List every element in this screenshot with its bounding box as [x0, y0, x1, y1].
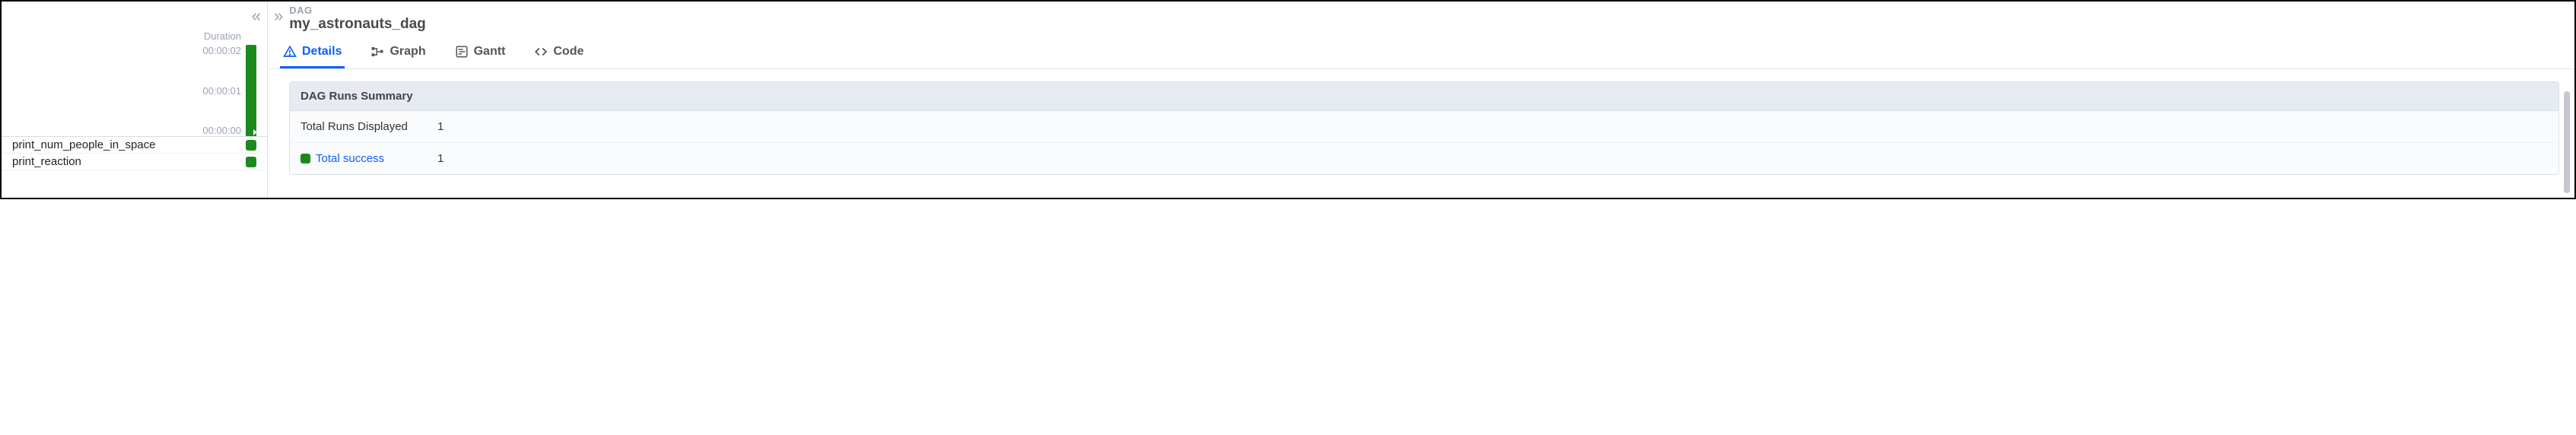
scrollbar[interactable] — [2564, 91, 2570, 193]
task-status-square — [246, 157, 256, 167]
content: DAG Runs Summary Total Runs Displayed 1 … — [268, 69, 2574, 198]
expand-sidebar-icon[interactable]: » — [274, 5, 283, 26]
gantt-icon — [455, 45, 469, 59]
duration-tick: 00:00:02 — [202, 45, 241, 56]
tabs: Details Graph Gantt Code — [268, 34, 2574, 69]
task-name: print_reaction — [12, 155, 81, 168]
tab-details[interactable]: Details — [280, 40, 345, 68]
duration-tick: 00:00:00 — [202, 125, 241, 136]
breadcrumb: DAG — [289, 5, 426, 16]
code-icon — [534, 45, 548, 59]
status-square-icon — [301, 154, 310, 164]
duration-bar[interactable] — [246, 45, 258, 136]
graph-icon — [370, 45, 384, 59]
duration-label: Duration — [2, 2, 267, 45]
summary-row: Total Runs Displayed 1 — [290, 111, 2559, 142]
tab-label: Details — [302, 45, 342, 59]
duration-tick: 00:00:01 — [202, 85, 241, 97]
tab-label: Graph — [390, 45, 425, 59]
duration-chart: 00:00:02 00:00:01 00:00:00 — [2, 45, 267, 136]
details-icon — [283, 45, 297, 59]
tab-label: Gantt — [474, 45, 506, 59]
task-row[interactable]: print_num_people_in_space — [2, 137, 267, 154]
tab-code[interactable]: Code — [531, 40, 587, 68]
task-list: print_num_people_in_space print_reaction — [2, 136, 267, 170]
summary-title: DAG Runs Summary — [290, 82, 2559, 111]
main-panel: » DAG my_astronauts_dag Details Graph — [268, 2, 2574, 198]
duration-ticks: 00:00:02 00:00:01 00:00:00 — [202, 45, 241, 136]
play-arrow-icon — [253, 129, 257, 135]
task-name: print_num_people_in_space — [12, 138, 155, 151]
collapse-sidebar-icon[interactable]: « — [252, 6, 261, 26]
tab-gantt[interactable]: Gantt — [452, 40, 509, 68]
summary-value: 1 — [437, 120, 444, 133]
summary-row: Total success 1 — [290, 142, 2559, 174]
sidebar: « Duration 00:00:02 00:00:01 00:00:00 pr… — [2, 2, 268, 198]
task-row[interactable]: print_reaction — [2, 154, 267, 170]
summary-key-link[interactable]: Total success — [316, 152, 384, 165]
tab-graph[interactable]: Graph — [367, 40, 428, 68]
summary-panel: DAG Runs Summary Total Runs Displayed 1 … — [289, 81, 2559, 175]
summary-value: 1 — [437, 152, 444, 165]
tab-label: Code — [553, 45, 584, 59]
task-status-square — [246, 140, 256, 151]
summary-key: Total Runs Displayed — [301, 120, 437, 133]
dag-title: my_astronauts_dag — [289, 16, 426, 33]
header: » DAG my_astronauts_dag — [268, 2, 2574, 34]
